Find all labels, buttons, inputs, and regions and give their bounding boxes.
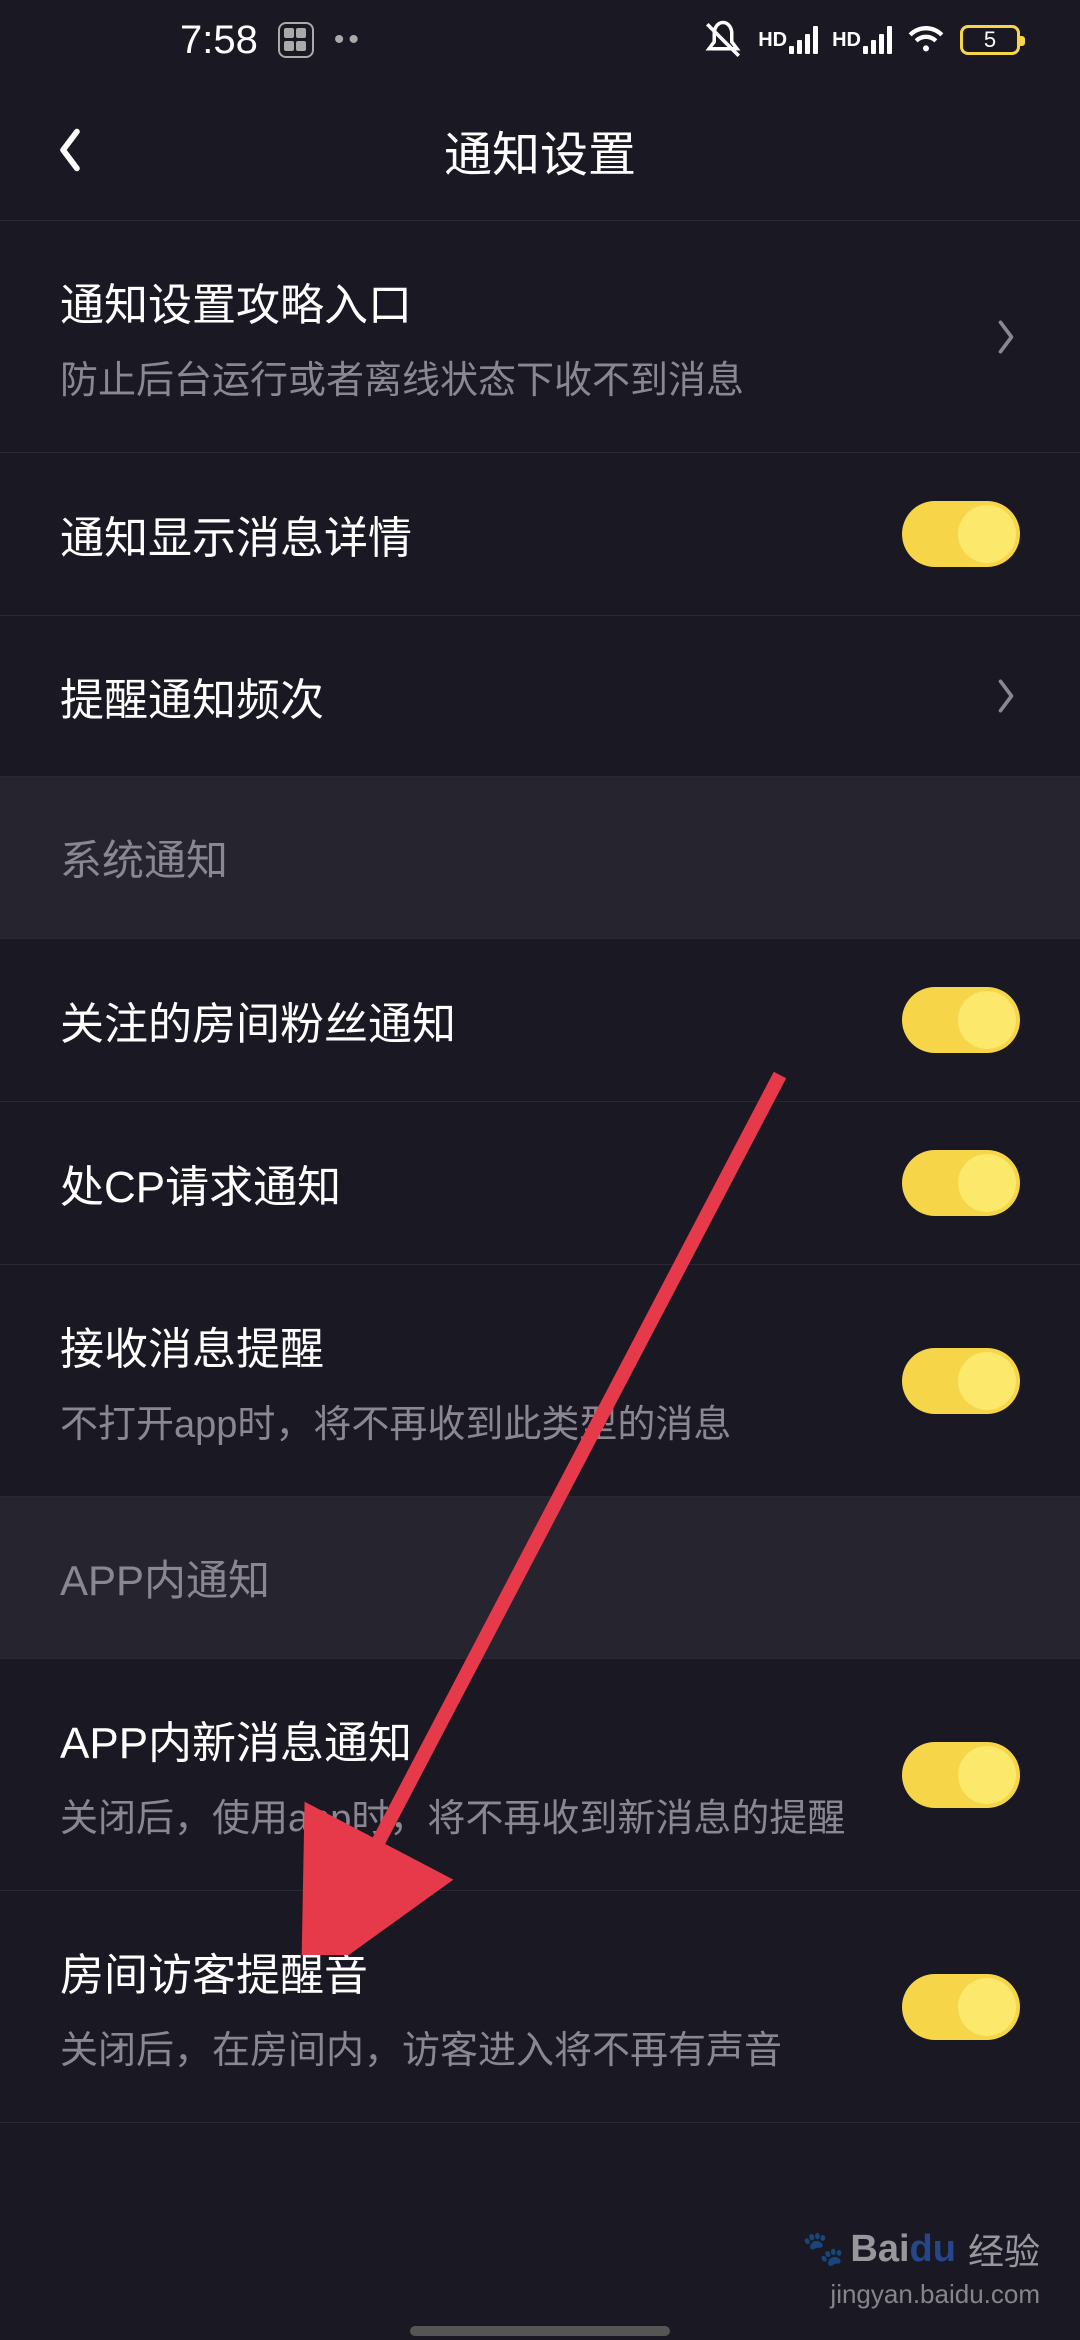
item-subtitle: 关闭后，在房间内，访客进入将不再有声音	[60, 2019, 902, 2074]
status-right: HD HD 5	[702, 18, 1020, 63]
chevron-right-icon	[992, 672, 1020, 720]
item-title: 接收消息提醒	[60, 1313, 902, 1377]
toggle-in-app-new-message[interactable]	[902, 1742, 1020, 1808]
nav-bar: 通知设置	[0, 80, 1080, 220]
item-in-app-new-message[interactable]: APP内新消息通知 关闭后，使用app时，将不再收到新消息的提醒	[0, 1659, 1080, 1891]
watermark: 🐾 Baidu 经验 jingyan.baidu.com	[802, 2223, 1040, 2310]
item-notification-guide[interactable]: 通知设置攻略入口 防止后台运行或者离线状态下收不到消息	[0, 221, 1080, 453]
toggle-cp-request[interactable]	[902, 1150, 1020, 1216]
watermark-url: jingyan.baidu.com	[830, 2279, 1040, 2310]
item-title: APP内新消息通知	[60, 1707, 902, 1771]
item-title: 处CP请求通知	[60, 1151, 902, 1215]
wifi-icon	[906, 18, 946, 63]
signal-1: HD	[758, 26, 818, 54]
item-cp-request[interactable]: 处CP请求通知	[0, 1102, 1080, 1265]
toggle-receive-message[interactable]	[902, 1348, 1020, 1414]
paw-icon: 🐾	[802, 2229, 844, 2269]
status-bar: 7:58 •• HD HD 5	[0, 0, 1080, 80]
chevron-right-icon	[992, 313, 1020, 361]
battery-indicator: 5	[960, 25, 1020, 55]
toggle-show-message-detail[interactable]	[902, 501, 1020, 567]
item-followed-room-fans[interactable]: 关注的房间粉丝通知	[0, 939, 1080, 1102]
section-in-app-notifications: APP内通知	[0, 1497, 1080, 1659]
item-title: 通知显示消息详情	[60, 502, 902, 566]
toggle-room-visitor-sound[interactable]	[902, 1974, 1020, 2040]
item-subtitle: 防止后台运行或者离线状态下收不到消息	[60, 349, 992, 404]
item-notification-frequency[interactable]: 提醒通知频次	[0, 616, 1080, 777]
toggle-followed-room-fans[interactable]	[902, 987, 1020, 1053]
status-more-icon: ••	[334, 23, 363, 57]
item-show-message-detail[interactable]: 通知显示消息详情	[0, 453, 1080, 616]
item-subtitle: 不打开app时，将不再收到此类型的消息	[60, 1393, 902, 1448]
item-room-visitor-sound[interactable]: 房间访客提醒音 关闭后，在房间内，访客进入将不再有声音	[0, 1891, 1080, 2123]
page-title: 通知设置	[444, 115, 636, 185]
item-receive-message[interactable]: 接收消息提醒 不打开app时，将不再收到此类型的消息	[0, 1265, 1080, 1497]
status-left: 7:58 ••	[180, 18, 363, 63]
item-title: 通知设置攻略入口	[60, 269, 992, 333]
back-button[interactable]	[40, 120, 100, 180]
signal-2: HD	[832, 26, 892, 54]
status-time: 7:58	[180, 18, 258, 63]
section-system-notifications: 系统通知	[0, 777, 1080, 939]
item-title: 房间访客提醒音	[60, 1939, 902, 2003]
item-title: 提醒通知频次	[60, 664, 992, 728]
item-title: 关注的房间粉丝通知	[60, 988, 902, 1052]
item-subtitle: 关闭后，使用app时，将不再收到新消息的提醒	[60, 1787, 902, 1842]
mute-icon	[702, 19, 744, 61]
home-indicator	[330, 2322, 750, 2340]
recent-apps-icon	[278, 22, 314, 58]
settings-list: 通知设置攻略入口 防止后台运行或者离线状态下收不到消息 通知显示消息详情 提醒通…	[0, 220, 1080, 2123]
